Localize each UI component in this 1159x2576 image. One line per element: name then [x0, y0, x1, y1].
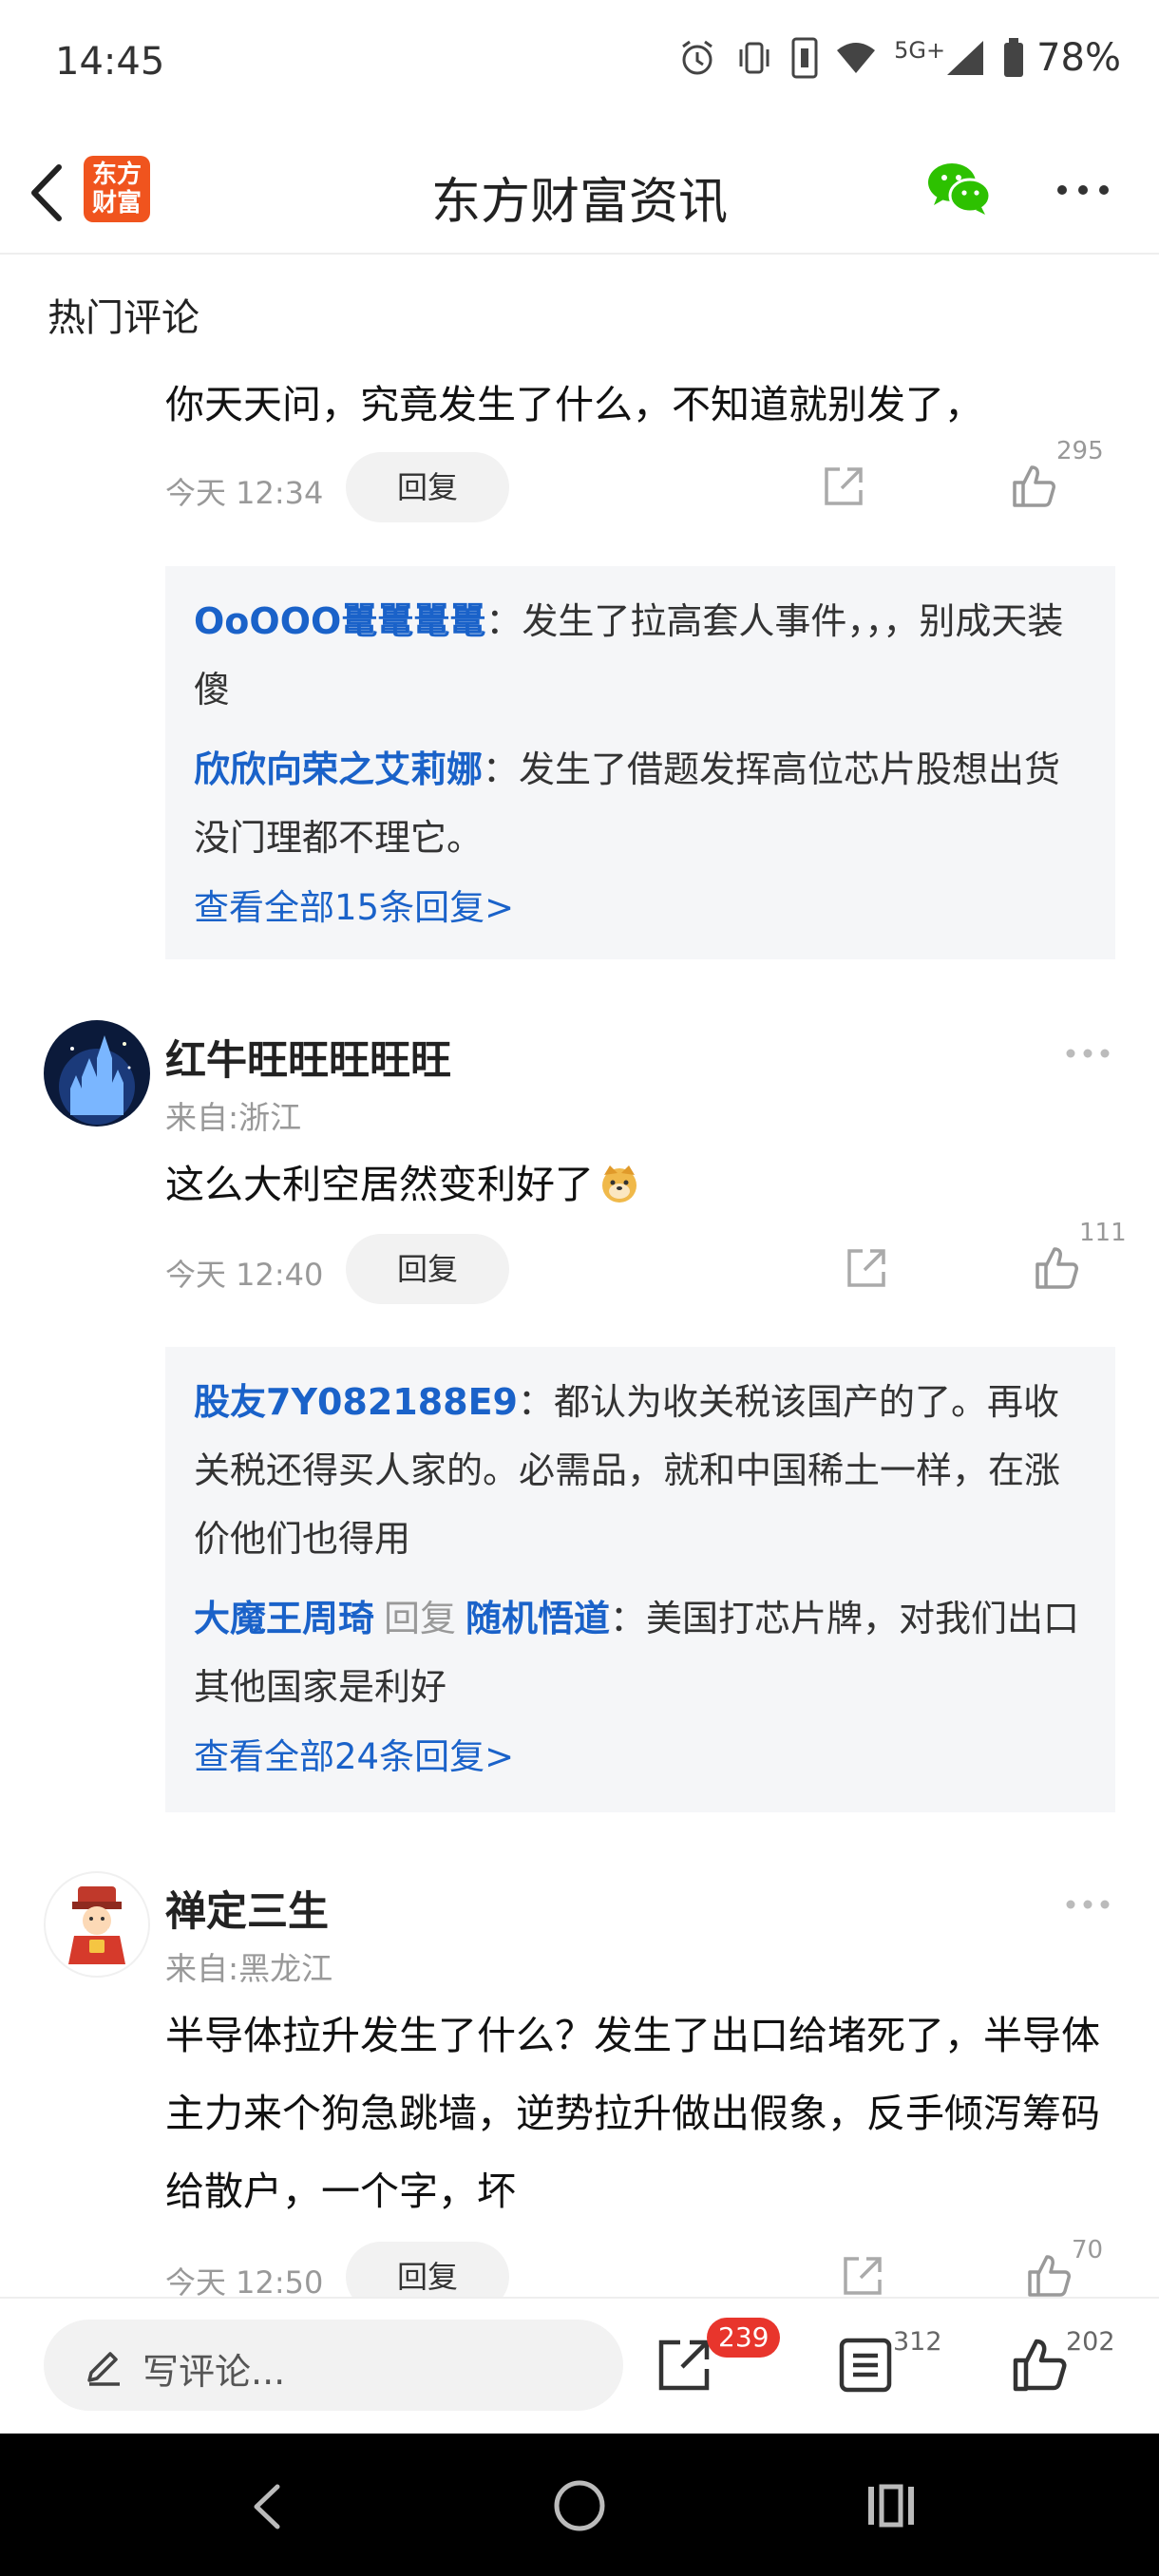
share-count-badge: 239: [707, 2318, 781, 2358]
nav-home-icon[interactable]: [551, 2477, 608, 2534]
section-title: 热门评论: [48, 296, 200, 340]
view-all-replies-link[interactable]: 查看全部24条回复>: [194, 1721, 1087, 1793]
reply-username[interactable]: 欣欣向荣之艾莉娜: [194, 748, 483, 790]
status-time: 14:45: [55, 40, 165, 84]
sim-icon: [791, 37, 818, 79]
reply-item: 大魔王周琦 回复 随机悟道：美国打芯片牌，对我们出口其他国家是利好: [194, 1584, 1087, 1721]
network-type: 5G+: [894, 37, 946, 64]
avatar[interactable]: [44, 1871, 150, 1978]
system-nav-bar: [0, 2434, 1159, 2576]
like-icon[interactable]: [1034, 1243, 1081, 1291]
comment-text: 半导体拉升发生了什么？发生了出口给堵死了，半导体主力来个狗急跳墙，逆势拉升做出假…: [165, 2013, 1100, 2214]
battery-icon: [1004, 38, 1024, 77]
comment-count: 312: [893, 2327, 942, 2357]
fortune-god-avatar-image: [68, 1886, 125, 1964]
status-icons: 5G+ 78%: [677, 36, 1121, 80]
comment-meta: 今天 12:50 回复: [165, 2242, 1115, 2297]
share-icon[interactable]: [656, 2337, 712, 2394]
share-icon[interactable]: [840, 2253, 885, 2297]
reply-username[interactable]: 大魔王周琦: [194, 1598, 374, 1639]
view-all-replies-link[interactable]: 查看全部15条回复>: [194, 872, 1087, 944]
wifi-icon: [837, 43, 876, 73]
comment-more-icon[interactable]: [1064, 1047, 1112, 1060]
like-count: 295: [1056, 437, 1104, 465]
reply-button[interactable]: 回复: [346, 452, 509, 522]
reply-verb: 回复: [384, 1598, 457, 1639]
comment-meta: 今天 12:34 回复 295: [165, 437, 1115, 522]
comment-placeholder: 写评论...: [142, 2351, 286, 2393]
comment-username[interactable]: 禅定三生: [165, 1879, 329, 1938]
like-count: 70: [1072, 2236, 1104, 2264]
vibrate-icon: [739, 42, 770, 74]
avatar[interactable]: [44, 1020, 150, 1127]
comment-text-content: 这么大利空居然变利好了: [165, 1162, 594, 1207]
like-icon[interactable]: [1011, 2335, 1070, 2394]
more-options-icon[interactable]: [1054, 180, 1112, 199]
comment-time: 今天 12:50: [165, 2264, 324, 2297]
share-icon[interactable]: [821, 464, 866, 509]
reply-item: 股友7Y082188E9：都认为收关税该国产的了。再收关税还得买人家的。必需品，…: [194, 1368, 1087, 1573]
like-count: 111: [1079, 1219, 1127, 1247]
reply-button[interactable]: 回复: [346, 1234, 509, 1304]
bottom-action-bar: 写评论... 239 312 202: [0, 2297, 1159, 2432]
share-icon[interactable]: [844, 1245, 889, 1291]
comment-text: 你天天问，究竟发生了什么，不知道就别发了，: [165, 382, 983, 427]
nav-recent-apps-icon[interactable]: [864, 2483, 918, 2529]
like-count: 202: [1066, 2327, 1115, 2357]
pen-icon: [87, 2352, 120, 2386]
reply-username[interactable]: OoOOO鼍鼍鼍鼍: [194, 600, 485, 642]
reply-item: OoOOO鼍鼍鼍鼍：发生了拉高套人事件，，，别成天装傻: [194, 587, 1087, 724]
comment-time: 今天 12:34: [165, 475, 324, 511]
doge-emoji-icon: [602, 1165, 636, 1203]
comment-location: 来自:黑龙江: [165, 1950, 333, 1987]
comment-location: 来自:浙江: [165, 1099, 302, 1136]
comment-username[interactable]: 红牛旺旺旺旺旺: [165, 1028, 451, 1087]
alarm-icon: [682, 40, 712, 75]
comment-more-icon[interactable]: [1064, 1898, 1112, 1911]
castle-avatar-image: [44, 1020, 150, 1127]
reply-item: 欣欣向荣之艾莉娜：发生了借题发挥高位芯片股想出货没门理都不理它。: [194, 735, 1087, 872]
reply-target-username[interactable]: 随机悟道: [466, 1598, 610, 1639]
write-comment-input[interactable]: 写评论...: [44, 2320, 623, 2411]
like-icon[interactable]: [1026, 2251, 1074, 2297]
reply-box: 股友7Y082188E9：都认为收关税该国产的了。再收关税还得买人家的。必需品，…: [165, 1347, 1115, 1812]
reply-username[interactable]: 股友7Y082188E9: [194, 1381, 518, 1423]
signal-icon: [947, 41, 984, 75]
comment-meta: 今天 12:40 回复 111: [165, 1219, 1127, 1304]
status-bar: 14:45 5G+ 78%: [0, 0, 1159, 128]
like-icon[interactable]: [1011, 462, 1058, 509]
battery-percent: 78%: [1036, 36, 1121, 80]
wechat-share-icon[interactable]: [926, 160, 993, 218]
comments-list-icon[interactable]: [838, 2337, 893, 2394]
app-header: 东方财富 东方财富资讯: [0, 133, 1159, 255]
comment-text: 这么大利空居然变利好了: [165, 1146, 1125, 1223]
reply-box: OoOOO鼍鼍鼍鼍：发生了拉高套人事件，，，别成天装傻 欣欣向荣之艾莉娜：发生了…: [165, 566, 1115, 959]
reply-button[interactable]: 回复: [346, 2242, 509, 2297]
nav-back-icon[interactable]: [243, 2481, 291, 2532]
comment-time: 今天 12:40: [165, 1257, 324, 1293]
